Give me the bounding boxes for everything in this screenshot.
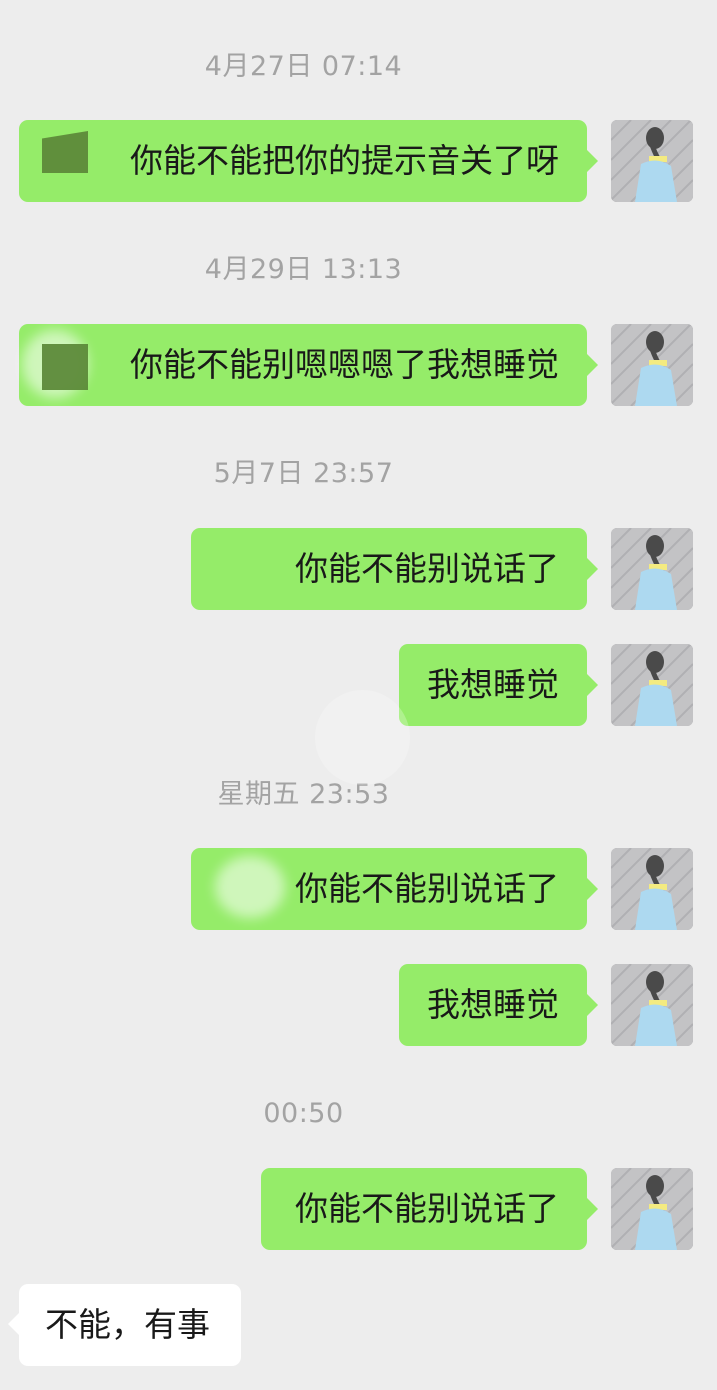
- user-avatar[interactable]: [611, 964, 693, 1046]
- bubble-tail: [8, 1313, 19, 1335]
- user-avatar[interactable]: [611, 528, 693, 610]
- redaction-blur: [215, 856, 285, 918]
- timestamp: 4月27日 07:14: [204, 51, 403, 82]
- user-avatar[interactable]: [611, 120, 693, 202]
- sent-message-bubble[interactable]: 你能不能别说话了: [261, 1168, 587, 1250]
- message-text: 不能，有事: [45, 1305, 210, 1344]
- message-text: 我想睡觉: [427, 985, 559, 1024]
- sent-message-bubble[interactable]: 我想睡觉: [399, 644, 587, 726]
- bubble-tail: [587, 674, 598, 696]
- bubble-tail: [587, 994, 598, 1016]
- user-avatar[interactable]: [611, 324, 693, 406]
- timestamp: 5月7日 23:57: [213, 458, 394, 489]
- avatar-photo-icon: [611, 1168, 693, 1250]
- avatar-photo-icon: [611, 964, 693, 1046]
- user-avatar[interactable]: [611, 848, 693, 930]
- user-avatar[interactable]: [611, 644, 693, 726]
- avatar-photo-icon: [611, 324, 693, 406]
- sent-message-bubble[interactable]: 你能不能别说话了: [191, 528, 587, 610]
- received-message-bubble[interactable]: 不能，有事: [19, 1284, 241, 1366]
- message-text: 你能不能别说话了: [295, 869, 559, 908]
- timestamp: 4月29日 13:13: [204, 254, 403, 285]
- sent-message-bubble[interactable]: 你能不能把你的提示音关了呀: [19, 120, 587, 202]
- bubble-tail: [587, 1198, 598, 1220]
- timestamp: 星期五 23:53: [217, 779, 390, 810]
- avatar-photo-icon: [611, 528, 693, 610]
- avatar-photo-icon: [611, 848, 693, 930]
- bubble-tail: [587, 354, 598, 376]
- message-text: 你能不能把你的提示音关了呀: [130, 141, 559, 180]
- redaction-blur: [42, 344, 88, 390]
- avatar-photo-icon: [611, 644, 693, 726]
- user-avatar[interactable]: [611, 1168, 693, 1250]
- message-text: 你能不能别嗯嗯嗯了我想睡觉: [130, 345, 559, 384]
- message-text: 你能不能别说话了: [295, 549, 559, 588]
- bubble-tail: [587, 878, 598, 900]
- message-text: 我想睡觉: [427, 665, 559, 704]
- sent-message-bubble[interactable]: 我想睡觉: [399, 964, 587, 1046]
- avatar-photo-icon: [611, 120, 693, 202]
- sent-message-bubble[interactable]: 你能不能别嗯嗯嗯了我想睡觉: [19, 324, 587, 406]
- chat-screen: { "messages": [ {"kind": "timestamp", "t…: [0, 0, 717, 1390]
- message-text: 你能不能别说话了: [295, 1189, 559, 1228]
- bubble-tail: [587, 150, 598, 172]
- watermark-icon: [315, 690, 410, 785]
- bubble-tail: [587, 558, 598, 580]
- timestamp: 00:50: [263, 1098, 344, 1129]
